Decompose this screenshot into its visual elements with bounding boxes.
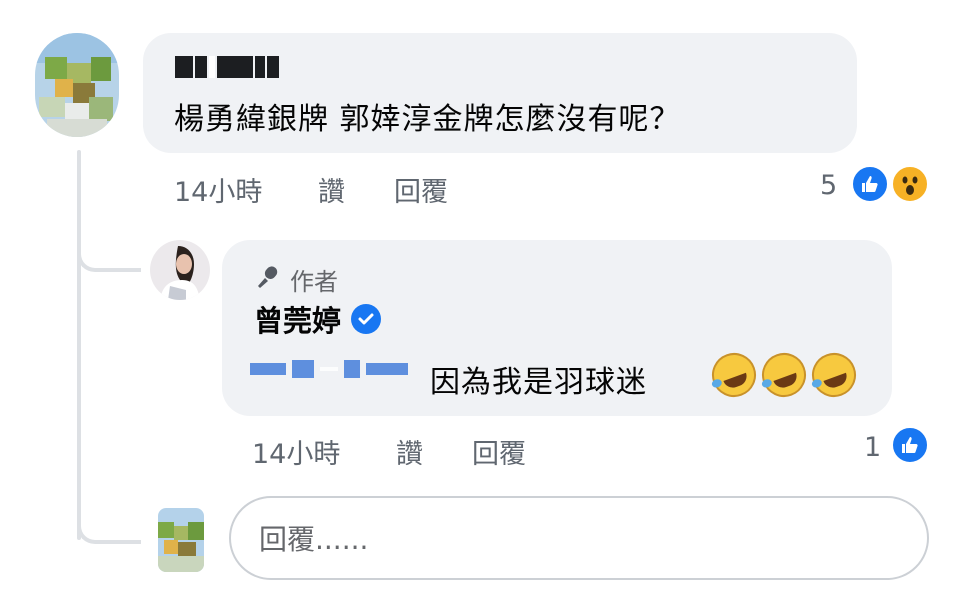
reply-author[interactable]: 曾莞婷 [254,298,382,340]
verified-badge-icon [351,304,382,334]
reply-reaction-count[interactable]: 1 [864,432,881,463]
wow-icon[interactable] [890,164,930,204]
commenter-name-blurred[interactable] [175,56,279,78]
rolling-on-floor-laughing-icon [805,346,863,404]
reply-like-button[interactable]: 讚 [396,432,423,471]
rolling-on-floor-laughing-icon [705,346,763,404]
mentioned-user-blurred[interactable] [250,360,408,378]
reply-text: 因為我是羽球迷 [430,365,647,400]
microphone-icon [254,263,282,297]
thread-branch-reply-box [77,512,141,544]
comment-reply-button[interactable]: 回覆 [394,170,448,209]
rolling-on-floor-laughing-icon [755,346,813,404]
comment-time[interactable]: 14小時 [174,170,262,209]
comment-like-button[interactable]: 讚 [318,170,345,209]
thread-branch-reply [77,240,141,272]
commenter-avatar[interactable] [35,33,119,137]
like-icon[interactable] [850,164,890,204]
comment-reaction-count[interactable]: 5 [820,170,837,201]
author-badge: 作者 [254,262,338,297]
reply-reply-button[interactable]: 回覆 [472,432,526,471]
thread-line [77,150,81,540]
reply-input[interactable]: 回覆...... [229,496,929,580]
author-avatar[interactable] [150,240,210,300]
reply-emojis [705,346,863,404]
comment-text: 楊勇緯銀牌 郭婞淳金牌怎麼沒有呢？ [174,102,681,137]
reply-time[interactable]: 14小時 [252,432,340,471]
author-badge-label: 作者 [290,268,338,296]
author-name[interactable]: 曾莞婷 [254,298,341,340]
like-icon[interactable] [890,425,930,465]
current-user-avatar[interactable] [158,508,204,572]
